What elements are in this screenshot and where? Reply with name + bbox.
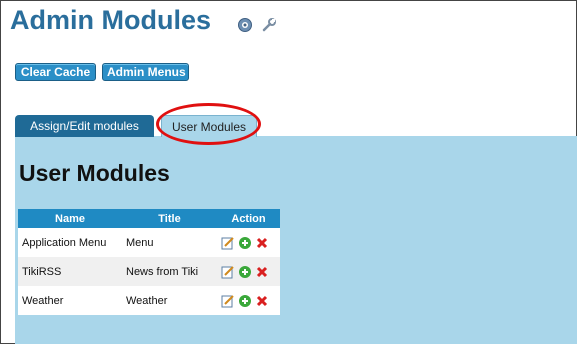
add-icon[interactable]	[238, 294, 252, 308]
table-row: Weather Weather	[18, 286, 280, 315]
column-header-name[interactable]: Name	[18, 209, 122, 228]
help-icon[interactable]	[237, 17, 253, 33]
add-icon[interactable]	[238, 236, 252, 250]
module-title: News from Tiki	[122, 257, 217, 286]
table-header-row: Name Title Action	[18, 209, 280, 228]
module-name: Weather	[18, 286, 122, 315]
edit-icon[interactable]	[221, 294, 235, 308]
table-row: Application Menu Menu	[18, 228, 280, 257]
highlight-annotation	[156, 103, 261, 145]
tab-assign-edit-modules[interactable]: Assign/Edit modules	[15, 115, 154, 137]
wrench-icon[interactable]	[261, 17, 277, 33]
column-header-title[interactable]: Title	[122, 209, 217, 228]
module-name: TikiRSS	[18, 257, 122, 286]
module-title: Weather	[122, 286, 217, 315]
delete-icon[interactable]	[255, 294, 269, 308]
modules-table: Name Title Action Application Menu Menu …	[18, 209, 280, 315]
admin-menus-button[interactable]: Admin Menus	[102, 63, 189, 81]
clear-cache-button[interactable]: Clear Cache	[15, 63, 96, 81]
module-name: Application Menu	[18, 228, 122, 257]
edit-icon[interactable]	[221, 265, 235, 279]
page-title: Admin Modules	[10, 5, 211, 35]
column-header-action: Action	[217, 209, 280, 228]
table-row: TikiRSS News from Tiki	[18, 257, 280, 286]
delete-icon[interactable]	[255, 265, 269, 279]
section-heading: User Modules	[19, 160, 170, 186]
edit-icon[interactable]	[221, 236, 235, 250]
delete-icon[interactable]	[255, 236, 269, 250]
module-title: Menu	[122, 228, 217, 257]
add-icon[interactable]	[238, 265, 252, 279]
